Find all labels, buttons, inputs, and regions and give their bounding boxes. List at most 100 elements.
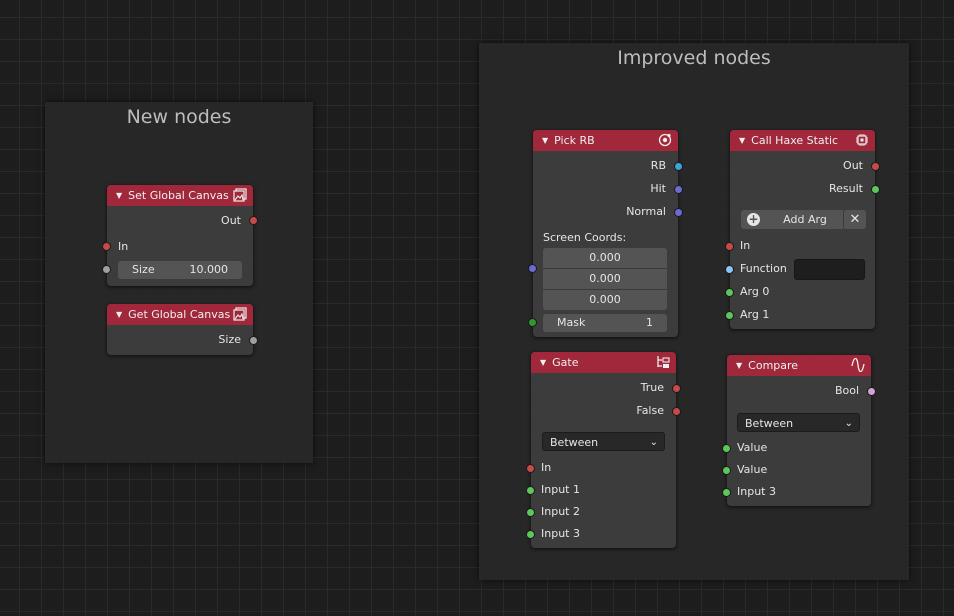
output-label-bool: Bool: [834, 384, 859, 397]
frame-title: New nodes: [126, 106, 232, 128]
output-label-result: Result: [829, 182, 863, 195]
output-socket-false[interactable]: [672, 407, 681, 416]
chevron-down-icon: ⌄: [649, 437, 658, 448]
input-socket-screen-coords[interactable]: [528, 264, 537, 273]
chevron-down-icon: ⌄: [844, 418, 853, 429]
output-socket-out[interactable]: [871, 162, 880, 171]
input-socket-input3[interactable]: [722, 488, 731, 497]
node-title: Call Haxe Static: [751, 134, 839, 147]
input-label-input3: Input 3: [737, 485, 776, 498]
output-label: Size: [218, 333, 241, 346]
output-socket-size[interactable]: [249, 336, 258, 345]
output-socket-result[interactable]: [871, 185, 880, 194]
add-arg-button[interactable]: + Add Arg: [741, 210, 845, 229]
compare-operation-select[interactable]: Between ⌄: [737, 413, 860, 432]
coord-z-field[interactable]: 0.000: [543, 290, 667, 310]
input-socket-in[interactable]: [526, 464, 535, 473]
output-label-normal: Normal: [626, 205, 666, 218]
input-label-function: Function: [740, 262, 787, 275]
mask-label: Mask: [557, 316, 586, 329]
screen-coords-label: Screen Coords:: [543, 231, 627, 244]
input-socket-in[interactable]: [725, 242, 734, 251]
collapse-triangle-icon[interactable]: ▼: [542, 130, 548, 151]
collapse-triangle-icon[interactable]: ▼: [736, 355, 742, 376]
image-icon: [233, 307, 247, 321]
node-gate[interactable]: ▼ Gate True False Between ⌄ In Input 1 In…: [526, 352, 681, 548]
coord-x-field[interactable]: 0.000: [543, 248, 667, 269]
input-socket-value2[interactable]: [722, 466, 731, 475]
input-socket-arg0[interactable]: [725, 288, 734, 297]
output-socket-normal[interactable]: [674, 208, 683, 217]
node-header[interactable]: ▼ Compare: [727, 355, 871, 376]
node-title: Compare: [748, 359, 799, 372]
node-title: Set Global Canvas ...: [128, 189, 243, 202]
size-field[interactable]: Size 10.000: [118, 261, 242, 279]
node-header[interactable]: ▼ Get Global Canvas ...: [107, 304, 253, 325]
input-socket-function[interactable]: [725, 265, 734, 274]
tree-icon: [657, 356, 670, 368]
node-set-global-canvas[interactable]: ▼ Set Global Canvas ... Out In Size 10.00…: [102, 185, 258, 286]
input-socket-input1[interactable]: [526, 486, 535, 495]
node-header[interactable]: ▼ Gate: [531, 352, 676, 373]
input-label-in: In: [541, 461, 552, 474]
input-socket-value1[interactable]: [722, 444, 731, 453]
output-socket-out[interactable]: [249, 216, 258, 225]
output-socket-true[interactable]: [672, 384, 681, 393]
node-title: Gate: [552, 356, 579, 369]
input-label-in: In: [740, 239, 751, 252]
collapse-triangle-icon[interactable]: ▼: [540, 352, 546, 373]
node-pick-rb[interactable]: ▼ Pick RB RB Hit Normal Screen Coords: 0.…: [528, 130, 683, 337]
input-label-arg1: Arg 1: [740, 308, 770, 321]
input-socket-input3[interactable]: [526, 530, 535, 539]
mask-field[interactable]: Mask 1: [543, 314, 667, 332]
function-input[interactable]: [794, 259, 865, 280]
gate-operation-select[interactable]: Between ⌄: [542, 432, 665, 451]
input-socket-in[interactable]: [102, 242, 111, 251]
output-socket-hit[interactable]: [674, 185, 683, 194]
target-icon: [658, 133, 672, 147]
wave-icon: [851, 358, 865, 372]
node-header[interactable]: ▼ Set Global Canvas ...: [107, 185, 253, 206]
select-value: Between: [550, 436, 599, 449]
input-label-value2: Value: [737, 463, 768, 476]
node-compare[interactable]: ▼ Compare Bool Between ⌄ Value Value Inpu…: [722, 355, 876, 506]
node-header[interactable]: ▼ Call Haxe Static: [730, 130, 875, 151]
input-label-input1: Input 1: [541, 483, 580, 496]
mask-value: 1: [646, 316, 653, 329]
node-call-haxe-static[interactable]: ▼ Call Haxe Static Out Result + Add Arg ✕…: [725, 130, 880, 329]
chip-icon: [856, 134, 868, 146]
input-label-arg0: Arg 0: [740, 285, 770, 298]
input-label-value1: Value: [737, 441, 768, 454]
input-socket-arg1[interactable]: [725, 311, 734, 320]
collapse-triangle-icon[interactable]: ▼: [116, 185, 122, 206]
input-socket-mask[interactable]: [528, 318, 537, 327]
image-icon: [233, 188, 247, 202]
output-label-false: False: [636, 404, 664, 417]
plus-icon: +: [747, 212, 760, 226]
input-socket-size[interactable]: [102, 265, 111, 274]
input-label: In: [118, 240, 129, 253]
size-label: Size: [132, 263, 155, 276]
node-header[interactable]: ▼ Pick RB: [533, 130, 678, 151]
output-label: Out: [221, 214, 241, 227]
input-label-input2: Input 2: [541, 505, 580, 518]
collapse-triangle-icon[interactable]: ▼: [739, 130, 745, 151]
screen-coords-vector[interactable]: 0.000 0.000 0.000: [543, 248, 667, 310]
input-socket-input2[interactable]: [526, 508, 535, 517]
size-value: 10.000: [189, 263, 229, 276]
node-editor-canvas[interactable]: { "colors":{"header":"#a0283a","socket_r…: [0, 0, 954, 616]
output-socket-rb[interactable]: [674, 162, 683, 171]
node-title: Get Global Canvas ...: [128, 308, 245, 321]
select-value: Between: [745, 417, 794, 430]
coord-y-field[interactable]: 0.000: [543, 269, 667, 290]
remove-arg-button[interactable]: ✕: [843, 210, 866, 229]
node-title: Pick RB: [554, 134, 595, 147]
add-arg-label: Add Arg: [783, 213, 827, 226]
output-label-hit: Hit: [650, 182, 666, 195]
output-label-true: True: [640, 381, 664, 394]
output-label-rb: RB: [650, 159, 666, 172]
frame-title: Improved nodes: [617, 47, 771, 69]
collapse-triangle-icon[interactable]: ▼: [116, 304, 122, 325]
node-get-global-canvas[interactable]: ▼ Get Global Canvas ... Size: [107, 304, 258, 355]
output-socket-bool[interactable]: [867, 387, 876, 396]
